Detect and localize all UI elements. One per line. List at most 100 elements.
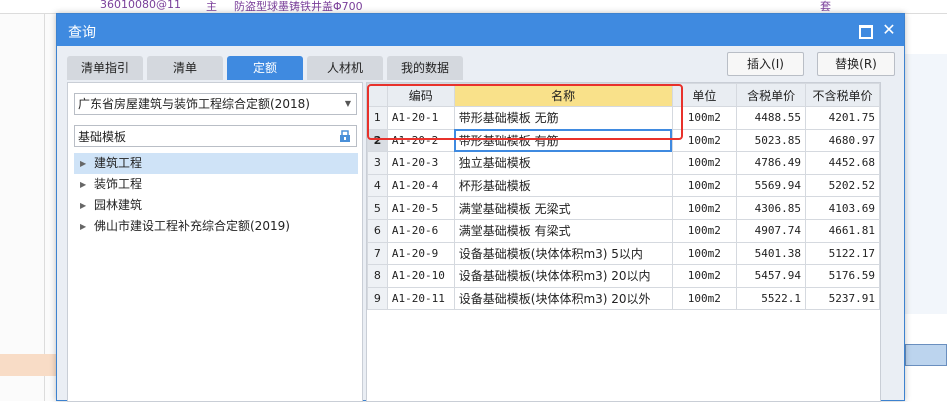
cell-unit[interactable]: 100m2 <box>671 106 738 130</box>
row-number[interactable]: 6 <box>367 218 388 243</box>
tab-quota[interactable]: 定额 <box>227 56 303 80</box>
tree-item-construction[interactable]: ▶ 建筑工程 <box>74 153 358 174</box>
chevron-down-icon[interactable]: ▼ <box>345 94 351 114</box>
cell-unit[interactable]: 100m2 <box>671 151 738 175</box>
cell-unit[interactable]: 100m2 <box>671 218 738 243</box>
cell-tax-price[interactable]: 4306.85 <box>736 196 807 220</box>
cell-notax-price[interactable]: 5202.52 <box>805 173 880 198</box>
cell-code[interactable]: A1-20-9 <box>386 241 455 266</box>
table-row[interactable]: 6 A1-20-6 满堂基础模板 有梁式 100m2 4907.74 4661.81 <box>367 218 880 243</box>
cell-name[interactable]: 满堂基础模板 无梁式 <box>453 196 673 220</box>
dialog-titlebar[interactable]: 查询 ✕ <box>57 14 904 46</box>
search-box <box>74 125 357 147</box>
cell-name[interactable]: 设备基础模板(块体体积m3) 20以外 <box>453 286 673 311</box>
row-number[interactable]: 9 <box>367 286 388 311</box>
column-header-notax-price[interactable]: 不含税单价 <box>805 83 880 107</box>
table-row[interactable]: 2 A1-20-2 带形基础模板 有筋 100m2 5023.85 4680.97 <box>367 128 880 153</box>
column-header-name[interactable]: 名称 <box>453 83 673 107</box>
tab-list-guide[interactable]: 清单指引 <box>67 56 143 80</box>
tree-item-garden[interactable]: ▶ 园林建筑 <box>74 195 358 216</box>
cell-unit[interactable]: 100m2 <box>671 173 738 198</box>
search-input[interactable] <box>75 126 325 146</box>
cell-tax-price[interactable]: 4786.49 <box>736 151 807 175</box>
cell-tax-price[interactable]: 4907.74 <box>736 218 807 243</box>
cell-unit[interactable]: 100m2 <box>671 196 738 220</box>
cell-notax-price[interactable]: 4103.69 <box>805 196 880 220</box>
query-dialog: 查询 ✕ 清单指引 清单 定额 人材机 我的数据 插入(I) 替换(R) 广东省… <box>56 13 905 402</box>
cell-unit[interactable]: 100m2 <box>671 286 738 311</box>
cell-name[interactable]: 设备基础模板(块体体积m3) 20以内 <box>453 264 673 288</box>
table-row[interactable]: 3 A1-20-3 独立基础模板 100m2 4786.49 4452.68 <box>367 151 880 175</box>
cell-tax-price[interactable]: 5522.1 <box>736 286 807 311</box>
row-number[interactable]: 4 <box>367 173 388 198</box>
quota-grid: 编码 名称 单位 含税单价 不含税单价 1 A1-20-1 带形基础模板 无筋 100… <box>366 82 881 402</box>
column-header-code[interactable]: 编码 <box>386 83 455 107</box>
column-header-unit[interactable]: 单位 <box>671 83 738 107</box>
cell-tax-price[interactable]: 5569.94 <box>736 173 807 198</box>
cell-code[interactable]: A1-20-5 <box>386 196 455 220</box>
cell-tax-price[interactable]: 5023.85 <box>736 128 807 153</box>
cell-unit[interactable]: 100m2 <box>671 128 738 153</box>
tab-my-data[interactable]: 我的数据 <box>387 56 463 80</box>
chevron-right-icon[interactable]: ▶ <box>80 195 86 216</box>
cell-name[interactable]: 独立基础模板 <box>453 151 673 175</box>
cell-tax-price[interactable]: 5401.38 <box>736 241 807 266</box>
quota-library-select[interactable]: 广东省房屋建筑与装饰工程综合定额(2018) ▼ <box>74 93 357 115</box>
cell-unit[interactable]: 100m2 <box>671 264 738 288</box>
cell-notax-price[interactable]: 4452.68 <box>805 151 880 175</box>
column-header-tax-price[interactable]: 含税单价 <box>736 83 807 107</box>
chevron-right-icon[interactable]: ▶ <box>80 174 86 195</box>
chevron-right-icon[interactable]: ▶ <box>80 153 86 174</box>
cell-code[interactable]: A1-20-2 <box>386 128 455 153</box>
background-highlight-row <box>0 354 56 376</box>
background-row-unit: 套 <box>820 0 831 13</box>
quota-tree: ▶ 建筑工程 ▶ 装饰工程 ▶ 园林建筑 ▶ 佛山市建设工程补充综合定额(201… <box>74 153 358 237</box>
cell-notax-price[interactable]: 5237.91 <box>805 286 880 311</box>
cell-notax-price[interactable]: 4661.81 <box>805 218 880 243</box>
cell-name[interactable]: 满堂基础模板 有梁式 <box>453 218 673 243</box>
table-row[interactable]: 9 A1-20-11 设备基础模板(块体体积m3) 20以外 100m2 5522.1 5… <box>367 286 880 311</box>
tree-item-decoration[interactable]: ▶ 装饰工程 <box>74 174 358 195</box>
cell-code[interactable]: A1-20-11 <box>386 286 455 311</box>
tree-item-label: 园林建筑 <box>94 198 143 212</box>
chevron-right-icon[interactable]: ▶ <box>80 216 86 237</box>
table-row[interactable]: 1 A1-20-1 带形基础模板 无筋 100m2 4488.55 4201.75 <box>367 106 880 130</box>
background-selected-cell[interactable] <box>905 344 947 366</box>
table-row[interactable]: 7 A1-20-9 设备基础模板(块体体积m3) 5以内 100m2 5401.38 51… <box>367 241 880 266</box>
cell-code[interactable]: A1-20-3 <box>386 151 455 175</box>
tree-item-label: 装饰工程 <box>94 177 143 191</box>
row-number[interactable]: 2 <box>367 128 388 153</box>
row-number[interactable]: 1 <box>367 106 388 130</box>
cell-name[interactable]: 设备基础模板(块体体积m3) 5以内 <box>453 241 673 266</box>
cell-tax-price[interactable]: 4488.55 <box>736 106 807 130</box>
tree-item-foshan-supplement[interactable]: ▶ 佛山市建设工程补充综合定额(2019) <box>74 216 358 237</box>
table-row[interactable]: 5 A1-20-5 满堂基础模板 无梁式 100m2 4306.85 4103.69 <box>367 196 880 220</box>
background-right-area <box>905 14 947 401</box>
row-number[interactable]: 5 <box>367 196 388 220</box>
tab-labor-material-machine[interactable]: 人材机 <box>307 56 383 80</box>
cell-code[interactable]: A1-20-1 <box>386 106 455 130</box>
row-number[interactable]: 3 <box>367 151 388 175</box>
table-row[interactable]: 4 A1-20-4 杯形基础模板 100m2 5569.94 5202.52 <box>367 173 880 198</box>
cell-name[interactable]: 杯形基础模板 <box>453 173 673 198</box>
cell-code[interactable]: A1-20-4 <box>386 173 455 198</box>
cell-notax-price[interactable]: 4201.75 <box>805 106 880 130</box>
cell-notax-price[interactable]: 5176.59 <box>805 264 880 288</box>
table-row[interactable]: 8 A1-20-10 设备基础模板(块体体积m3) 20以内 100m2 5457.94… <box>367 264 880 288</box>
replace-button[interactable]: 替换(R) <box>817 52 895 76</box>
cell-notax-price[interactable]: 4680.97 <box>805 128 880 153</box>
close-icon[interactable]: ✕ <box>882 22 896 38</box>
tab-bill[interactable]: 清单 <box>147 56 223 80</box>
maximize-icon[interactable] <box>858 23 873 39</box>
row-number[interactable]: 7 <box>367 241 388 266</box>
cell-code[interactable]: A1-20-6 <box>386 218 455 243</box>
cell-name[interactable]: 带形基础模板 无筋 <box>453 106 673 130</box>
cell-tax-price[interactable]: 5457.94 <box>736 264 807 288</box>
row-number[interactable]: 8 <box>367 264 388 288</box>
library-search-icon[interactable] <box>338 129 352 143</box>
cell-code[interactable]: A1-20-10 <box>386 264 455 288</box>
insert-button[interactable]: 插入(I) <box>727 52 804 76</box>
cell-unit[interactable]: 100m2 <box>671 241 738 266</box>
cell-notax-price[interactable]: 5122.17 <box>805 241 880 266</box>
cell-name[interactable]: 带形基础模板 有筋 <box>453 128 673 153</box>
